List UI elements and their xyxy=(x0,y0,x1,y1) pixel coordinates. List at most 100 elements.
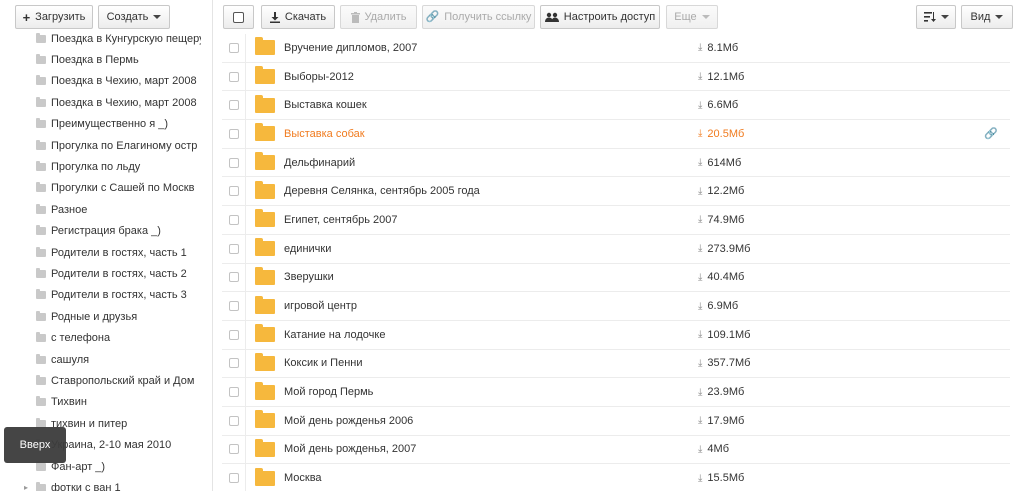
row-checkbox[interactable] xyxy=(222,206,246,234)
file-size: ⤓ 8.1Мб xyxy=(698,41,739,54)
file-row[interactable]: Деревня Селянка, сентябрь 2005 года ⤓ 12.2… xyxy=(222,177,1010,207)
sidebar-item-label: Регистрация брака _) xyxy=(51,225,161,238)
file-list: Вручение дипломов, 2007 ⤓ 8.1Мб Выборы-201… xyxy=(222,6,1010,491)
upload-label: Загрузить xyxy=(35,11,86,23)
folder-icon xyxy=(36,246,46,257)
row-checkbox[interactable] xyxy=(222,435,246,464)
sidebar-item[interactable]: с телефона xyxy=(0,327,212,348)
sidebar-item[interactable]: Регистрация брака _) xyxy=(0,221,212,242)
sidebar-item[interactable]: сашуля xyxy=(0,349,212,370)
sidebar-item-label: Поездка в Пермь xyxy=(51,54,139,67)
folder-icon xyxy=(255,152,275,171)
file-row[interactable]: Мой день рожденья, 2007 ⤓ 4Мб xyxy=(222,435,1010,465)
download-icon[interactable]: ⤓ xyxy=(698,329,702,340)
download-icon[interactable]: ⤓ xyxy=(698,100,702,111)
row-checkbox[interactable] xyxy=(222,378,246,406)
download-icon[interactable]: ⤓ xyxy=(698,387,702,398)
file-size: ⤓ 614Мб xyxy=(698,156,742,169)
sidebar-item[interactable]: Тихвин xyxy=(0,392,212,413)
upload-button[interactable]: + Загрузить xyxy=(15,5,93,29)
link-icon[interactable]: 🔗 xyxy=(984,127,998,140)
file-row[interactable]: Зверушки ⤓ 40.4Мб xyxy=(222,263,1010,293)
folder-icon xyxy=(36,396,46,407)
folder-icon xyxy=(255,352,275,371)
file-name: Зверушки xyxy=(284,271,334,284)
sidebar-item[interactable]: Родители в гостях, часть 1 xyxy=(0,242,212,263)
folder-icon xyxy=(255,209,275,228)
sidebar-item[interactable]: ▸ фотки с ван 1 xyxy=(0,477,212,491)
row-checkbox[interactable] xyxy=(222,292,246,320)
folder-icon xyxy=(36,75,46,86)
sidebar-item[interactable]: Прогулки с Сашей по Москв xyxy=(0,178,212,199)
file-row[interactable]: Коксик и Пенни ⤓ 357.7Мб xyxy=(222,349,1010,379)
sidebar-item[interactable]: Разное xyxy=(0,199,212,220)
sidebar-item-label: Поездка в Чехию, март 2008 xyxy=(51,75,197,88)
download-icon[interactable]: ⤓ xyxy=(698,157,702,168)
folder-icon xyxy=(36,96,46,107)
row-checkbox[interactable] xyxy=(222,177,246,206)
scroll-up-label: Вверх xyxy=(19,439,51,451)
folder-icon xyxy=(36,32,46,43)
sidebar-item[interactable]: Поездка в Чехию, март 2008 xyxy=(0,92,212,113)
folder-icon xyxy=(255,324,275,343)
download-icon[interactable]: ⤓ xyxy=(698,128,702,139)
sidebar-item-label: Родители в гостях, часть 2 xyxy=(51,267,187,280)
sidebar-item[interactable]: Родители в гостях, часть 2 xyxy=(0,263,212,284)
row-checkbox[interactable] xyxy=(222,263,246,292)
download-icon[interactable]: ⤓ xyxy=(698,415,702,426)
download-icon[interactable]: ⤓ xyxy=(698,301,702,312)
download-icon[interactable]: ⤓ xyxy=(698,358,702,369)
download-icon[interactable]: ⤓ xyxy=(698,473,702,484)
sidebar-item[interactable]: Поездка в Кунгурскую пещеру xyxy=(0,28,212,49)
expand-caret-icon[interactable]: ▸ xyxy=(24,483,34,491)
file-row[interactable]: Мой день рожденья 2006 ⤓ 17.9Мб xyxy=(222,406,1010,436)
file-row[interactable]: игровой центр ⤓ 6.9Мб xyxy=(222,292,1010,321)
sidebar-item[interactable]: Родители в гостях, часть 3 xyxy=(0,285,212,306)
file-row-hovered[interactable]: Выставка собак ⤓ 20.5Мб 🔗 xyxy=(222,120,1010,149)
folder-icon xyxy=(36,267,46,278)
file-row[interactable]: единички ⤓ 273.9Мб xyxy=(222,234,1010,264)
download-icon[interactable]: ⤓ xyxy=(698,71,702,82)
row-checkbox[interactable] xyxy=(222,62,246,91)
file-row[interactable]: Москва ⤓ 15.5Мб xyxy=(222,464,1010,491)
download-icon[interactable]: ⤓ xyxy=(698,42,702,53)
row-checkbox[interactable] xyxy=(222,148,246,177)
download-icon[interactable]: ⤓ xyxy=(698,243,702,254)
sidebar-item[interactable]: Прогулка по Елагиному остр xyxy=(0,135,212,156)
create-label: Создать xyxy=(106,11,149,23)
file-size: ⤓ 40.4Мб xyxy=(698,271,745,284)
sidebar-item[interactable]: Ставропольский край и Дом xyxy=(0,370,212,391)
row-checkbox[interactable] xyxy=(222,234,246,263)
row-checkbox[interactable] xyxy=(222,34,246,62)
folder-icon xyxy=(36,460,46,471)
sidebar-item-label: Фан-арт _) xyxy=(51,460,106,473)
download-icon[interactable]: ⤓ xyxy=(698,272,702,283)
file-row[interactable]: Катание на лодочке ⤓ 109.1Мб xyxy=(222,320,1010,350)
folder-icon xyxy=(255,37,275,56)
file-row[interactable]: Мой город Пермь ⤓ 23.9Мб xyxy=(222,378,1010,407)
folder-icon xyxy=(255,66,275,85)
file-row[interactable]: Выборы-2012 ⤓ 12.1Мб xyxy=(222,62,1010,92)
file-row[interactable]: Выставка кошек ⤓ 6.6Мб xyxy=(222,91,1010,121)
row-checkbox[interactable] xyxy=(222,406,246,435)
file-name: Мой город Пермь xyxy=(284,386,374,399)
row-checkbox[interactable] xyxy=(222,464,246,491)
download-icon[interactable]: ⤓ xyxy=(698,214,702,225)
sidebar-item[interactable]: Преимущественно я _) xyxy=(0,114,212,135)
sidebar-item[interactable]: Поездка в Чехию, март 2008 xyxy=(0,71,212,92)
row-checkbox[interactable] xyxy=(222,320,246,349)
row-checkbox[interactable] xyxy=(222,349,246,378)
file-row[interactable]: Вручение дипломов, 2007 ⤓ 8.1Мб xyxy=(222,34,1010,63)
download-icon[interactable]: ⤓ xyxy=(698,186,702,197)
row-checkbox[interactable] xyxy=(222,91,246,120)
sidebar-item[interactable]: Поездка в Пермь xyxy=(0,49,212,70)
sidebar-item[interactable]: Родные и друзья xyxy=(0,306,212,327)
row-checkbox[interactable] xyxy=(222,120,246,148)
file-row[interactable]: Дельфинарий ⤓ 614Мб xyxy=(222,148,1010,178)
scroll-up-button[interactable]: Вверх xyxy=(4,427,66,463)
file-row[interactable]: Египет, сентябрь 2007 ⤓ 74.9Мб xyxy=(222,206,1010,235)
folder-icon xyxy=(255,381,275,400)
download-icon[interactable]: ⤓ xyxy=(698,444,702,455)
create-button[interactable]: Создать xyxy=(98,5,170,29)
sidebar-item[interactable]: Прогулка по льду xyxy=(0,156,212,177)
